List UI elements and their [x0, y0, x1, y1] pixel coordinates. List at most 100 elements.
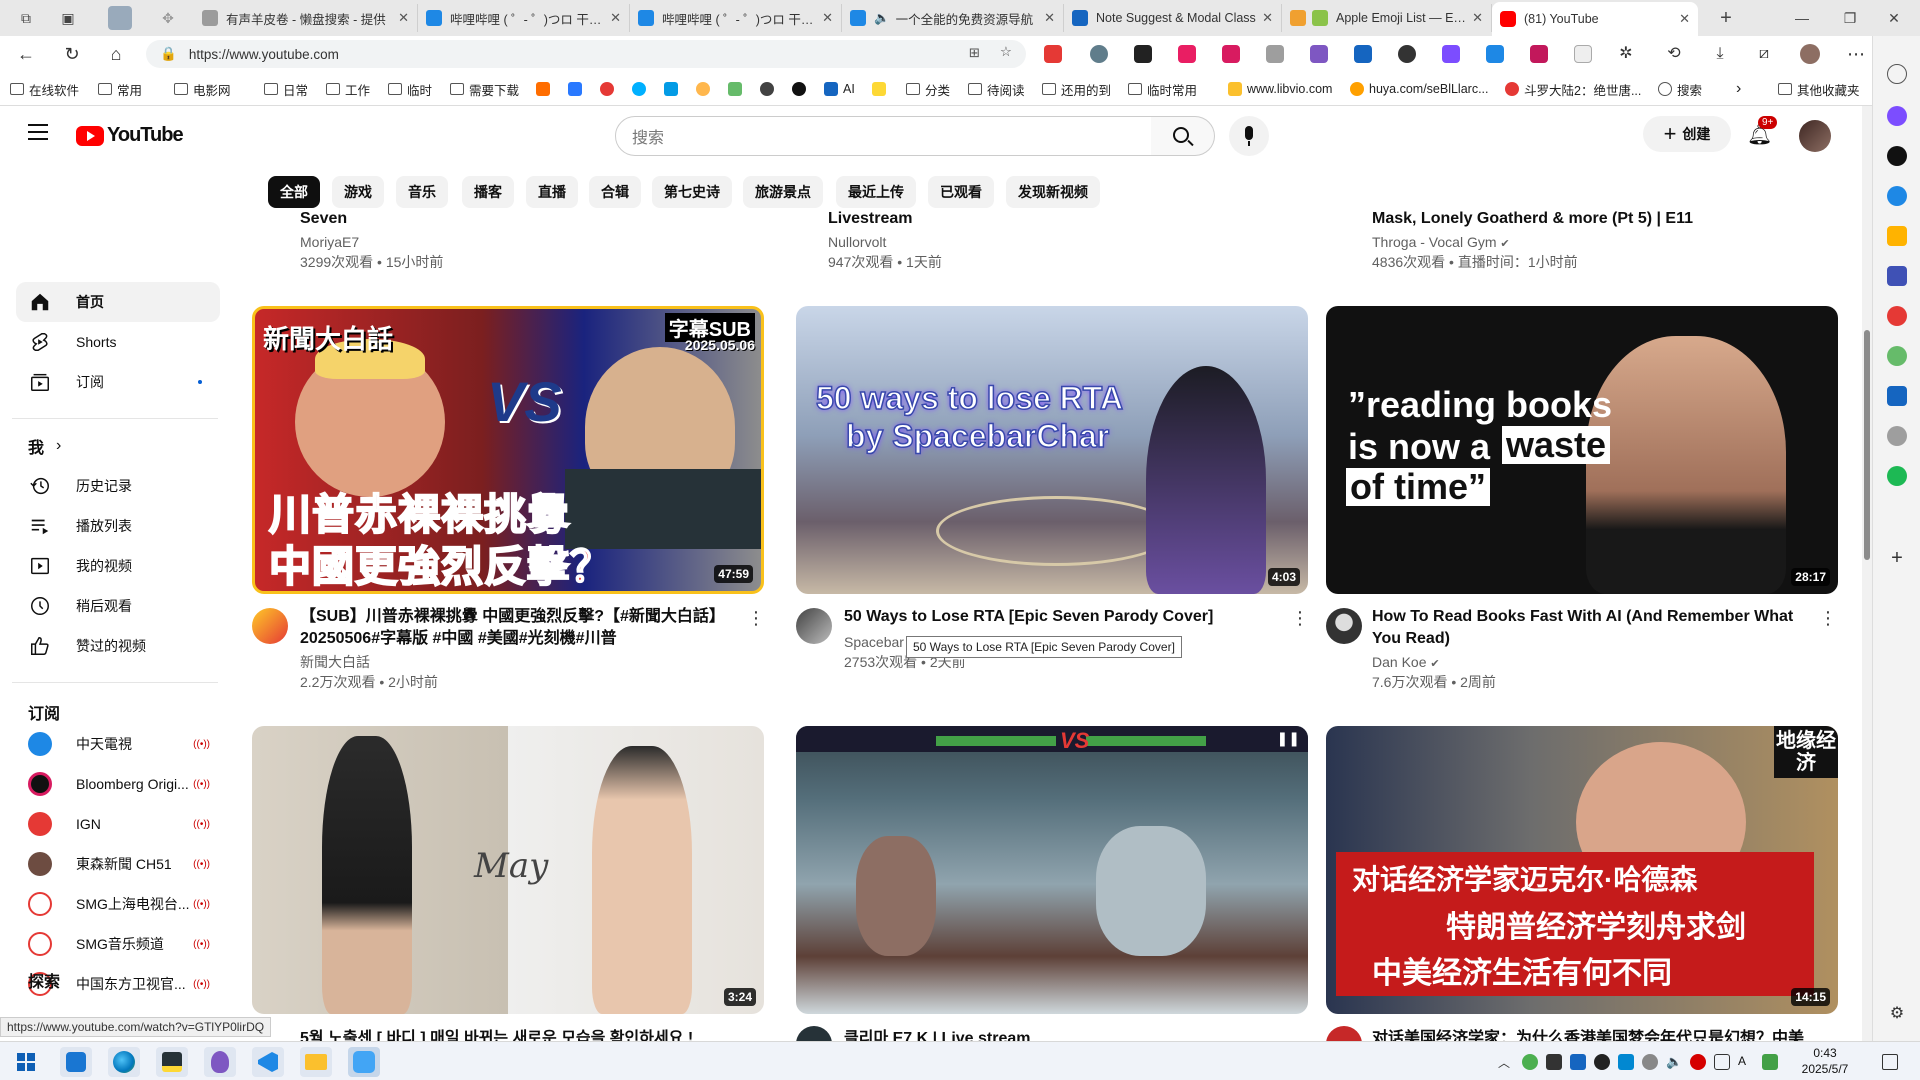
video-title[interactable]: How To Read Books Fast With AI (And Reme… — [1372, 606, 1812, 650]
bookmark-link[interactable]: huya.com/seBlLlarc... — [1350, 81, 1489, 97]
bookmark-link[interactable] — [568, 81, 587, 97]
tab-close-icon[interactable]: ✕ — [822, 10, 833, 26]
chip-travel[interactable]: 旅游景点 — [743, 176, 823, 208]
tab-close-icon[interactable]: ✕ — [398, 10, 409, 26]
video-title[interactable]: Livestream — [828, 208, 1268, 228]
chip-all[interactable]: 全部 — [268, 176, 320, 208]
sidebar-channel[interactable]: 中天電視 ((•)) — [16, 724, 220, 764]
bookmark-link[interactable]: 搜索 — [1658, 81, 1702, 98]
sidebar-app-icon[interactable] — [1887, 106, 1907, 126]
sidebar-app-icon[interactable] — [1887, 226, 1907, 246]
voice-search-button[interactable] — [1229, 116, 1269, 156]
sidebar-channel[interactable]: SMG上海电视台... ((•)) — [16, 884, 220, 924]
tab-close-icon[interactable]: ✕ — [1679, 11, 1690, 27]
bookmarks-overflow-icon[interactable]: › — [1736, 80, 1741, 97]
extension-icon[interactable] — [1044, 45, 1062, 63]
taskbar-clock[interactable]: 0:43 2025/5/7 — [1790, 1045, 1860, 1077]
video-title[interactable]: 클리마 E7 K | Live stream — [844, 1028, 1284, 1041]
sidebar-channel[interactable]: SMG音乐频道 ((•)) — [16, 924, 220, 964]
bookmark-folder[interactable]: 在线软件 — [10, 81, 79, 98]
tray-app-icon[interactable] — [1618, 1054, 1634, 1070]
browser-tab[interactable]: 哔哩哔哩 ( ゜- ゜)つロ 干杯~ ✕ — [630, 4, 842, 32]
network-icon[interactable] — [1714, 1054, 1730, 1070]
sidebar-app-icon[interactable] — [1887, 266, 1907, 286]
channel-avatar[interactable] — [796, 1026, 832, 1041]
tab-close-icon[interactable]: ✕ — [1472, 10, 1483, 26]
bookmark-link[interactable] — [632, 81, 651, 97]
channel-avatar[interactable] — [252, 608, 288, 644]
chip-watched[interactable]: 已观看 — [928, 176, 994, 208]
sidebar-app-icon[interactable] — [1887, 146, 1907, 166]
extension-icon[interactable] — [1354, 45, 1372, 63]
tab-close-icon[interactable]: ✕ — [1262, 10, 1273, 26]
bookmark-link[interactable] — [696, 81, 715, 97]
channel-name[interactable]: Nullorvolt — [828, 232, 886, 252]
extension-icon[interactable] — [1310, 45, 1328, 63]
video-thumbnail[interactable]: VS ❚❚ — [796, 726, 1308, 1014]
bookmark-folder[interactable]: 临时 — [388, 81, 432, 98]
channel-avatar[interactable] — [1326, 608, 1362, 644]
cloud-extension-icon[interactable] — [1090, 45, 1108, 63]
tray-app-icon[interactable] — [1594, 1054, 1610, 1070]
extension-icon[interactable] — [1486, 45, 1504, 63]
browser-tab[interactable]: 🔈 一个全能的免费资源导航 ✕ — [842, 4, 1064, 32]
edge-browser-icon[interactable] — [108, 1047, 140, 1077]
scrollbar-thumb[interactable] — [1864, 330, 1870, 560]
sidebar-app-icon[interactable] — [1887, 426, 1907, 446]
app-available-icon[interactable]: ⊞ — [969, 45, 980, 61]
browser-tab[interactable]: Apple Emoji List — Emoji ✕ — [1282, 4, 1492, 32]
tray-app-icon[interactable] — [1522, 1054, 1538, 1070]
video-thumbnail[interactable]: ”reading books is now a waste of time” 2… — [1326, 306, 1838, 594]
more-actions-icon[interactable]: ⋮ — [1290, 606, 1310, 630]
new-tab-icon[interactable]: + — [1714, 6, 1738, 30]
workspaces-icon[interactable]: ⧉ — [14, 6, 38, 30]
search-button[interactable] — [1151, 116, 1215, 156]
chip-games[interactable]: 游戏 — [332, 176, 384, 208]
sidebar-item-liked-videos[interactable]: 赞过的视频 — [16, 626, 220, 666]
video-title[interactable]: Mask, Lonely Goatherd & more (Pt 5) | E1… — [1372, 208, 1812, 228]
tray-app-icon[interactable] — [1690, 1054, 1706, 1070]
minimize-icon[interactable]: — — [1790, 6, 1814, 30]
restore-icon[interactable]: ❐ — [1838, 6, 1862, 30]
url-text[interactable]: https://www.youtube.com — [189, 47, 339, 62]
create-button[interactable]: + 创建 — [1643, 116, 1731, 152]
channel-avatar[interactable] — [796, 608, 832, 644]
video-thumbnail[interactable]: May 3:24 — [252, 726, 764, 1014]
settings-gear-icon[interactable]: ⚙ — [1887, 1004, 1907, 1024]
sidebar-item-home[interactable]: 首页 — [16, 282, 220, 322]
youtube-logo[interactable]: YouTube — [76, 124, 184, 147]
pinned-tab-2-icon[interactable]: ✥ — [156, 6, 180, 30]
hamburger-menu-icon[interactable] — [28, 124, 48, 140]
channel-name[interactable]: Dan Koe ✔ — [1372, 652, 1440, 674]
sidebar-app-icon[interactable] — [1887, 346, 1907, 366]
video-thumbnail[interactable]: 50 ways to lose RTA by SpacebarChar 4:03 — [796, 306, 1308, 594]
bookmark-folder[interactable]: 工作 — [326, 81, 370, 98]
history-icon[interactable]: ⟲ — [1662, 42, 1686, 66]
extension-icon[interactable] — [1574, 45, 1592, 63]
video-title[interactable]: 5월 노출센 [ 바디 ] 매일 바뀌는 새로운 모습을 확인하세요 ! — [300, 1028, 740, 1041]
sidebar-channel[interactable]: Bloomberg Origi... ((•)) — [16, 764, 220, 804]
bookmark-link[interactable]: AI — [824, 81, 855, 97]
sidebar-app-icon[interactable] — [1887, 306, 1907, 326]
bookmark-link[interactable]: 斗罗大陆2：绝世唐... — [1505, 81, 1641, 98]
window-close-icon[interactable]: ✕ — [1882, 6, 1906, 30]
chip-live[interactable]: 直播 — [526, 176, 578, 208]
bookmark-folder[interactable]: 分类 — [906, 81, 950, 98]
show-hidden-icons-chevron-icon[interactable]: ︿ — [1498, 1054, 1514, 1070]
profile-avatar-icon[interactable] — [1800, 44, 1820, 64]
chip-epic-seven[interactable]: 第七史诗 — [652, 176, 732, 208]
channel-name[interactable]: Spacebar — [844, 632, 904, 652]
video-title[interactable]: 对话美国经济学家：为什么香港美国梦会年代只是幻想？中美 — [1372, 1028, 1812, 1041]
chip-new-to-you[interactable]: 发现新视频 — [1006, 176, 1100, 208]
back-icon[interactable]: ← — [14, 42, 38, 66]
bookmark-folder[interactable]: 电影网 — [174, 81, 231, 98]
browser-tab-active[interactable]: (81) YouTube ✕ — [1492, 2, 1698, 36]
bookmark-link[interactable]: www.libvio.com — [1228, 81, 1332, 97]
github-bookmark[interactable] — [792, 81, 811, 97]
sidebar-item-watch-later[interactable]: 稍后观看 — [16, 586, 220, 626]
bookmark-link[interactable] — [664, 81, 683, 97]
browser-tab[interactable]: 哔哩哔哩 ( ゜- ゜)つロ 干杯~ ✕ — [418, 4, 630, 32]
video-thumbnail[interactable]: 新聞大白話 VS 字幕SUB 2025.05.06 川普赤裸裸挑釁 中國更強烈反… — [252, 306, 764, 594]
video-title[interactable]: 50 Ways to Lose RTA [Epic Seven Parody C… — [844, 606, 1284, 628]
tab-close-icon[interactable]: ✕ — [1044, 10, 1055, 26]
